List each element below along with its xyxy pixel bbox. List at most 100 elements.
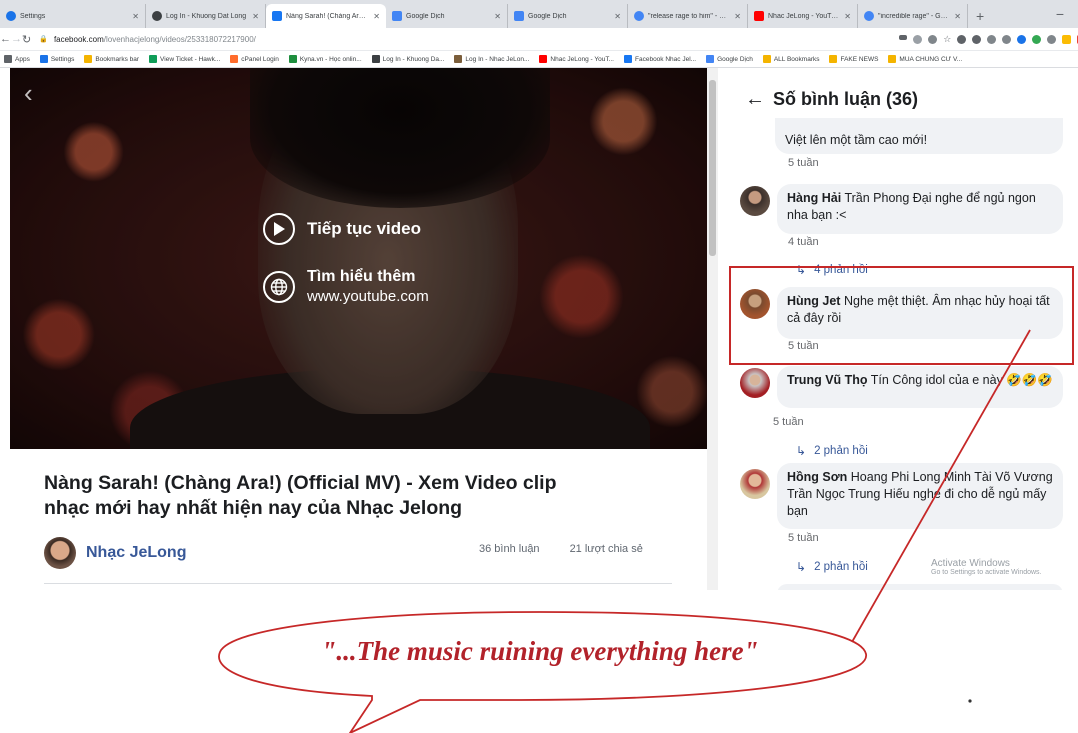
extension-icon[interactable] bbox=[1002, 34, 1012, 44]
key-icon[interactable] bbox=[899, 34, 908, 40]
commenter-avatar[interactable] bbox=[740, 289, 770, 319]
video-player[interactable]: ‹ Tiếp tục video Tìm hiểu thêm www.youtu… bbox=[10, 68, 707, 449]
back-arrow-icon[interactable]: ← bbox=[0, 33, 11, 45]
bookmark-item[interactable]: Apps bbox=[4, 55, 30, 63]
bookmark-item[interactable]: Kyna.vn - Học onlin... bbox=[288, 55, 362, 63]
continue-video-button[interactable]: Tiếp tục video bbox=[263, 213, 421, 245]
close-icon[interactable]: ✕ bbox=[494, 12, 501, 21]
extension-icon[interactable] bbox=[913, 34, 923, 44]
address-bar[interactable]: 🔒 facebook.com /lovenhacjelong/videos/25… bbox=[39, 30, 899, 48]
extension-icon[interactable] bbox=[972, 34, 982, 44]
browser-tab[interactable]: Log In - Khuong Dat Long ✕ bbox=[146, 4, 266, 28]
zoom-icon[interactable] bbox=[928, 34, 938, 44]
commenter-name[interactable]: Hàng Hải bbox=[787, 191, 841, 205]
bookmark-icon bbox=[762, 55, 771, 63]
youtube-icon bbox=[754, 11, 764, 21]
back-arrow-icon[interactable]: ← bbox=[745, 88, 765, 111]
extension-icon[interactable] bbox=[1047, 34, 1057, 44]
bookmark-item[interactable]: Bookmarks bar bbox=[84, 55, 139, 63]
play-icon bbox=[263, 213, 295, 245]
share-count-link[interactable]: 21 lượt chia sẻ bbox=[570, 543, 643, 555]
extension-icon[interactable] bbox=[987, 34, 997, 44]
comment-time[interactable]: 4 tuần bbox=[788, 236, 819, 248]
commenter-avatar[interactable] bbox=[740, 368, 770, 398]
comment-bubble: Hàng Hải Trần Phong Đại nghe để ngủ ngon… bbox=[777, 184, 1063, 234]
close-icon[interactable]: ✕ bbox=[844, 12, 851, 21]
google-translate-icon bbox=[514, 11, 524, 21]
post-stats: 36 bình luận 21 lượt chia sẻ bbox=[479, 543, 643, 555]
bookmark-icon bbox=[706, 55, 715, 63]
close-icon[interactable]: ✕ bbox=[954, 12, 961, 21]
new-tab-button[interactable]: + bbox=[968, 4, 992, 28]
bookmark-item[interactable]: Google Dịch bbox=[706, 55, 753, 63]
star-icon[interactable]: ☆ bbox=[943, 34, 951, 44]
bookmark-item[interactable]: MUA CHUNG CƯ V... bbox=[888, 55, 962, 63]
commenter-name[interactable]: Hùng Jet bbox=[787, 294, 840, 308]
commenter-avatar[interactable] bbox=[740, 186, 770, 216]
site-favicon-icon bbox=[152, 11, 162, 21]
video-title: Nàng Sarah! (Chàng Ara!) (Official MV) -… bbox=[44, 472, 557, 519]
commenter-name[interactable]: Trung Vũ Thọ bbox=[787, 373, 868, 387]
browser-tab[interactable]: "incredible rage" - Google ✕ bbox=[858, 4, 968, 28]
browser-tab[interactable]: Settings ✕ bbox=[0, 4, 146, 28]
settings-gear-icon bbox=[6, 11, 16, 21]
google-icon bbox=[864, 11, 874, 21]
globe-icon bbox=[263, 271, 295, 303]
bookmark-icon bbox=[539, 55, 548, 63]
comment-count-link[interactable]: 36 bình luận bbox=[479, 543, 540, 555]
learn-more-link[interactable]: Tìm hiểu thêm www.youtube.com bbox=[263, 267, 429, 307]
bookmark-item[interactable]: FAKE NEWS bbox=[829, 55, 878, 63]
browser-tab[interactable]: "release rage to him" - Goo ✕ bbox=[628, 4, 748, 28]
author-name-link[interactable]: Nhạc JeLong bbox=[86, 544, 186, 562]
chevron-left-icon[interactable]: ‹ bbox=[24, 80, 33, 106]
reload-icon[interactable]: ↻ bbox=[22, 33, 31, 46]
comment-time[interactable]: 5 tuần bbox=[773, 416, 804, 428]
bookmark-item[interactable]: View Ticket - Hawk... bbox=[149, 55, 220, 63]
comment-time[interactable]: 5 tuần bbox=[788, 157, 819, 169]
view-replies-link[interactable]: ↳ 2 phản hồi bbox=[796, 444, 868, 458]
close-icon[interactable]: ✕ bbox=[252, 12, 259, 21]
close-icon[interactable]: ✕ bbox=[734, 12, 741, 21]
commenter-name[interactable]: Hồng Sơn bbox=[787, 470, 847, 484]
close-icon[interactable]: ✕ bbox=[373, 12, 380, 21]
forward-arrow-icon[interactable]: → bbox=[11, 33, 22, 45]
author-avatar[interactable] bbox=[44, 537, 76, 569]
reply-arrow-icon: ↳ bbox=[796, 263, 807, 277]
browser-tab-active[interactable]: Nàng Sarah! (Chàng Ara!) ( ✕ bbox=[266, 4, 386, 28]
bookmark-item[interactable]: cPanel Login bbox=[230, 55, 279, 63]
comment-text: Tín Công idol của e này 🤣🤣🤣 bbox=[870, 373, 1053, 387]
commenter-avatar[interactable] bbox=[740, 469, 770, 499]
bookmark-item[interactable]: Settings bbox=[39, 55, 74, 63]
bookmark-item[interactable]: ALL Bookmarks bbox=[762, 55, 819, 63]
extension-icon[interactable] bbox=[1032, 34, 1042, 44]
bookmark-item[interactable]: Log In - Khuong Da... bbox=[371, 55, 444, 63]
extension-icon[interactable] bbox=[1062, 34, 1072, 44]
browser-tab[interactable]: Google Dịch ✕ bbox=[508, 4, 628, 28]
url-path: /lovenhacjelong/videos/253318072217900/ bbox=[103, 34, 256, 44]
browser-tab[interactable]: Nhac JeLong - YouTube ✕ bbox=[748, 4, 858, 28]
window-minimize-button[interactable]: − bbox=[1042, 4, 1078, 28]
bookmark-item[interactable]: Nhac JeLong - YouT... bbox=[539, 55, 614, 63]
bookmark-icon bbox=[624, 55, 632, 63]
bookmark-icon bbox=[288, 55, 297, 63]
comment-time[interactable]: 5 tuần bbox=[788, 340, 819, 352]
comment-bubble: Hùng Jet Nghe mệt thiệt. Âm nhạc hủy hoạ… bbox=[777, 287, 1063, 339]
close-icon[interactable]: ✕ bbox=[614, 12, 621, 21]
close-icon[interactable]: ✕ bbox=[132, 12, 139, 21]
scrollbar-thumb[interactable] bbox=[709, 80, 716, 256]
comment-time[interactable]: 5 tuần bbox=[788, 532, 819, 544]
bookmark-item[interactable]: Facebook Nhac Jel... bbox=[624, 55, 696, 63]
page-scrollbar[interactable] bbox=[707, 68, 718, 590]
browser-tab[interactable]: Google Dịch ✕ bbox=[386, 4, 508, 28]
google-icon bbox=[634, 11, 644, 21]
author-row[interactable]: Nhạc JeLong bbox=[44, 537, 186, 569]
reply-arrow-icon: ↳ bbox=[796, 444, 807, 458]
view-replies-link[interactable]: ↳ 2 phản hồi bbox=[796, 560, 868, 574]
bookmark-item[interactable]: Log In - Nhac JeLon... bbox=[454, 55, 529, 63]
view-replies-link[interactable]: ↳ 4 phản hồi bbox=[796, 263, 868, 277]
bookmarks-bar: Apps Settings Bookmarks bar View Ticket - H… bbox=[0, 51, 1078, 68]
extension-icon[interactable] bbox=[1017, 34, 1027, 44]
bookmark-icon bbox=[84, 55, 93, 63]
browser-tab-bar: Settings ✕ Log In - Khuong Dat Long ✕ Nà… bbox=[0, 0, 1078, 28]
extension-icon[interactable] bbox=[957, 34, 967, 44]
